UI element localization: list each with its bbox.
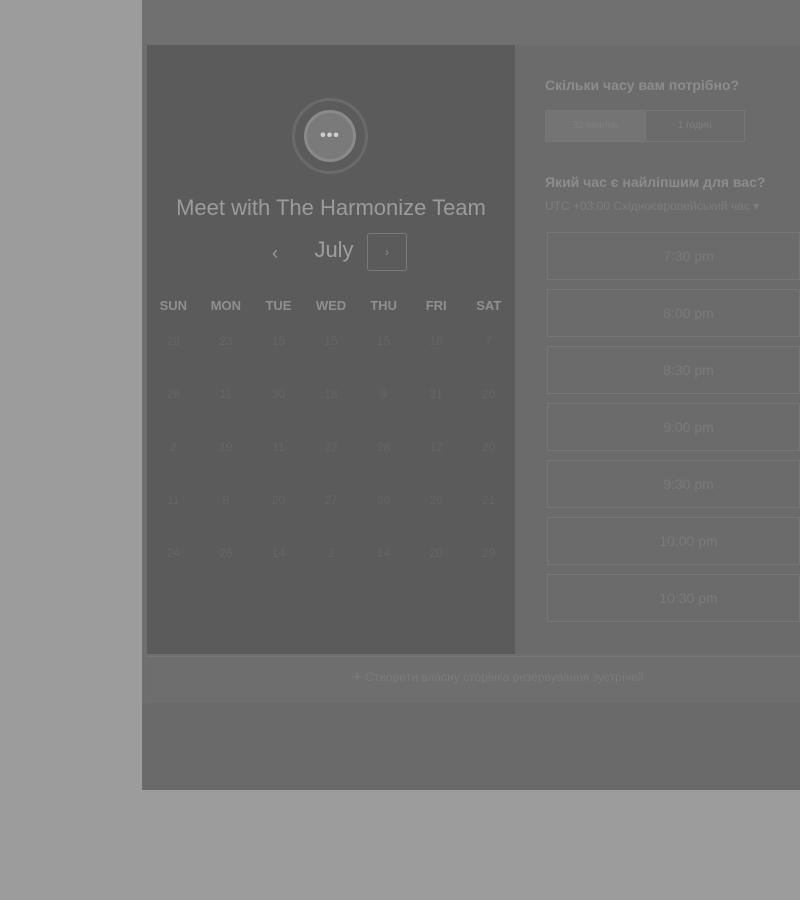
weekday-header: SUN MON TUE WED THU FRI SAT bbox=[147, 298, 515, 313]
logo: ••• bbox=[292, 98, 368, 174]
calendar-day[interactable]: 11 bbox=[147, 487, 200, 540]
month-nav: ‹ July › bbox=[147, 233, 515, 273]
calendar-day[interactable]: 12 bbox=[410, 434, 463, 487]
weekday-label: TUE bbox=[265, 298, 292, 313]
calendar-day[interactable]: 20 bbox=[462, 381, 515, 434]
weekday-label: WED bbox=[315, 298, 347, 313]
calendar-day[interactable]: 31 bbox=[410, 381, 463, 434]
timezone-select[interactable]: UTC +03:00 Східноєвропейський час ▾ bbox=[545, 199, 759, 213]
calendar-day[interactable]: 24 bbox=[147, 540, 200, 593]
weekday-label: THU bbox=[370, 298, 397, 313]
bottom-area bbox=[142, 703, 800, 790]
calendar-day[interactable]: 20 bbox=[462, 434, 515, 487]
calendar-day[interactable]: 7 bbox=[462, 328, 515, 381]
top-strip bbox=[142, 0, 800, 44]
time-slot-button[interactable]: 7:30 pm bbox=[547, 232, 800, 280]
calendar-week: 24 26 14 2 14 20 29 bbox=[147, 540, 515, 593]
calendar-day[interactable]: 23 bbox=[200, 328, 253, 381]
calendar-day[interactable]: 15 bbox=[305, 328, 358, 381]
time-question: Який час є найліпшим для вас? bbox=[545, 174, 766, 190]
calendar-day[interactable]: 18 bbox=[305, 381, 358, 434]
calendar-day[interactable]: 26 bbox=[200, 540, 253, 593]
calendar-day[interactable]: 19 bbox=[200, 434, 253, 487]
time-slot-list: 7:30 pm 8:00 pm 8:30 pm 9:00 pm 9:30 pm … bbox=[547, 232, 800, 631]
duration-option-30min[interactable]: 30 хвилин bbox=[546, 111, 646, 141]
weekday-label: FRI bbox=[425, 298, 447, 313]
booking-page: ••• Meet with The Harmonize Team ‹ July … bbox=[142, 0, 800, 790]
calendar-week: 28 23 15 15 15 16 7 bbox=[147, 328, 515, 381]
calendar-day[interactable]: 30 bbox=[357, 487, 410, 540]
calendar-week: 26 11 30 18 9 31 20 bbox=[147, 381, 515, 434]
calendar-week: 11 8 20 27 30 26 21 bbox=[147, 487, 515, 540]
calendar-day[interactable]: 2 bbox=[147, 434, 200, 487]
time-slot-button[interactable]: 9:00 pm bbox=[547, 403, 800, 451]
next-month-button[interactable]: › bbox=[367, 233, 407, 271]
calendar-day[interactable]: 20 bbox=[252, 487, 305, 540]
time-slot-button[interactable]: 10:30 pm bbox=[547, 574, 800, 622]
calendar-grid: 28 23 15 15 15 16 7 26 11 30 18 9 31 20 … bbox=[147, 328, 515, 593]
time-slot-button[interactable]: 8:30 pm bbox=[547, 346, 800, 394]
weekday-label: SUN bbox=[159, 298, 188, 313]
calendar-day[interactable]: 28 bbox=[357, 434, 410, 487]
calendar-day[interactable]: 11 bbox=[252, 434, 305, 487]
calendar-week: 2 19 11 27 28 12 20 bbox=[147, 434, 515, 487]
duration-selector: 30 хвилин 1 годин bbox=[545, 110, 745, 142]
time-slot-button[interactable]: 10:00 pm bbox=[547, 517, 800, 565]
calendar-panel: ••• Meet with The Harmonize Team ‹ July … bbox=[147, 45, 515, 654]
calendar-day[interactable]: 27 bbox=[305, 434, 358, 487]
prev-month-button[interactable]: ‹ bbox=[263, 241, 287, 265]
page-title: Meet with The Harmonize Team bbox=[176, 195, 486, 220]
calendar-day[interactable]: 14 bbox=[252, 540, 305, 593]
calendar-day[interactable]: 16 bbox=[410, 328, 463, 381]
calendar-day[interactable]: 2 bbox=[305, 540, 358, 593]
calendar-day[interactable]: 11 bbox=[200, 381, 253, 434]
calendar-day[interactable]: 30 bbox=[252, 381, 305, 434]
create-booking-page-link[interactable]: ✈ Створити власну сторінка резервування … bbox=[352, 670, 644, 684]
calendar-day[interactable]: 15 bbox=[357, 328, 410, 381]
weekday-label: MON bbox=[210, 298, 242, 313]
calendar-day[interactable]: 9 bbox=[357, 381, 410, 434]
month-label: July bbox=[314, 237, 354, 262]
time-slot-button[interactable]: 8:00 pm bbox=[547, 289, 800, 337]
calendar-day[interactable]: 26 bbox=[410, 487, 463, 540]
calendar-day[interactable]: 8 bbox=[200, 487, 253, 540]
calendar-day[interactable]: 21 bbox=[462, 487, 515, 540]
calendar-day[interactable]: 27 bbox=[305, 487, 358, 540]
chat-bubble-icon: ••• bbox=[304, 110, 356, 162]
calendar-day[interactable]: 29 bbox=[462, 540, 515, 593]
duration-option-1h[interactable]: 1 годин bbox=[646, 111, 745, 141]
calendar-day[interactable]: 28 bbox=[147, 328, 200, 381]
time-slot-button[interactable]: 9:30 pm bbox=[547, 460, 800, 508]
weekday-label: SAT bbox=[476, 298, 502, 313]
footer-bar: ✈ Створити власну сторінка резервування … bbox=[147, 656, 800, 704]
duration-question: Скільки часу вам потрібно? bbox=[545, 77, 740, 93]
calendar-day[interactable]: 14 bbox=[357, 540, 410, 593]
calendar-day[interactable]: 20 bbox=[410, 540, 463, 593]
calendar-day[interactable]: 26 bbox=[147, 381, 200, 434]
calendar-day[interactable]: 15 bbox=[252, 328, 305, 381]
